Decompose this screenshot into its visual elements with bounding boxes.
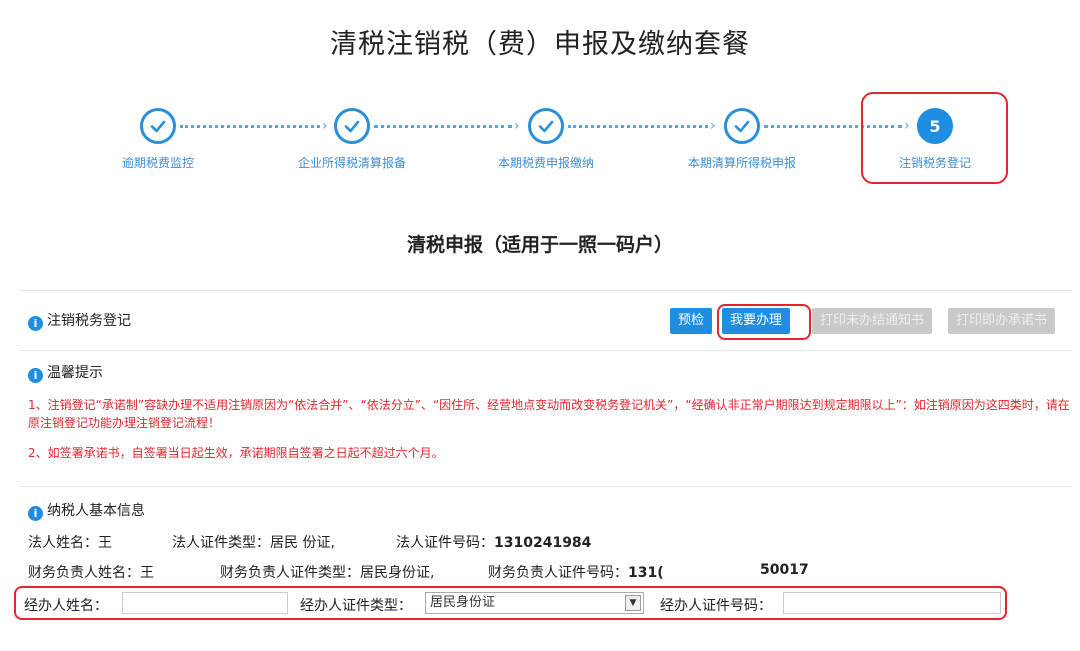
finance-id-no-label: 财务负责人证件号码： (488, 565, 628, 581)
check-icon (724, 108, 760, 144)
agent-id-no-label: 经办人证件号码： (660, 598, 772, 614)
legal-name-value: 王 (98, 535, 112, 551)
finance-id-no-row: 财务负责人证件号码：131( (488, 562, 664, 582)
tips-header: i 温馨提示 (28, 362, 103, 383)
divider (20, 290, 1072, 291)
tips-title: 温馨提示 (47, 365, 103, 381)
panel-header: i 注销税务登记 (28, 310, 131, 331)
print-commitment-button[interactable]: 打印即办承诺书 (948, 308, 1056, 334)
info-icon: i (28, 316, 43, 331)
finance-id-type-row: 财务负责人证件类型：居民身份证, (220, 562, 434, 582)
panel-title: 注销税务登记 (47, 313, 131, 329)
section-title: 清税申报（适用于一照一码户） (406, 234, 673, 256)
legal-id-type-value: 居民 份证, (270, 535, 335, 551)
divider (20, 350, 1072, 351)
finance-name-row: 财务负责人姓名：王 (28, 562, 154, 582)
legal-id-no-row: 法人证件号码：1310241984 (396, 532, 591, 552)
current-step-highlight (861, 92, 1008, 184)
legal-name-label: 法人姓名： (28, 535, 98, 551)
finance-id-type-label: 财务负责人证件类型： (220, 565, 360, 581)
agent-id-type-value: 居民身份证 (430, 595, 496, 610)
agent-name-label: 经办人姓名： (24, 598, 108, 614)
step-label: 本期清算所得税申报 (687, 156, 796, 170)
check-icon (140, 108, 176, 144)
check-icon (334, 108, 370, 144)
chevron-down-icon[interactable]: ▼ (625, 595, 641, 611)
finance-id-no-tail: 50017 (760, 562, 809, 578)
legal-id-no-label: 法人证件号码： (396, 535, 494, 551)
tip-line-1: 1、注销登记“承诺制”容缺办理不适用注销原因为“依法合并”、“依法分立”、“因住… (28, 398, 1070, 430)
agent-name-input[interactable] (122, 592, 288, 614)
print-notice-button[interactable]: 打印未办结通知书 (812, 308, 933, 334)
info-icon: i (28, 368, 43, 383)
divider (20, 486, 1072, 487)
precheck-button[interactable]: 预检 (670, 308, 713, 334)
info-icon: i (28, 506, 43, 521)
finance-name-label: 财务负责人姓名： (28, 565, 140, 581)
finance-name-value: 王 (140, 565, 154, 581)
agent-id-no-input[interactable] (783, 592, 1001, 614)
page-title: 清税注销税（费）申报及缴纳套餐 (330, 29, 750, 60)
legal-id-type-row: 法人证件类型：居民 份证, (172, 532, 335, 552)
step-label: 逾期税费监控 (121, 156, 194, 170)
finance-id-type-value: 居民身份证, (360, 565, 435, 581)
step-label: 本期税费申报缴纳 (497, 156, 594, 170)
handle-button-highlight (717, 304, 811, 340)
finance-id-no-value: 131( (628, 565, 664, 581)
agent-id-type-label: 经办人证件类型： (300, 598, 412, 614)
taxpayer-title: 纳税人基本信息 (47, 503, 145, 519)
taxpayer-header: i 纳税人基本信息 (28, 500, 145, 521)
legal-id-no-value: 1310241984 (494, 535, 592, 551)
step-label: 企业所得税清算报备 (297, 156, 406, 170)
legal-id-type-label: 法人证件类型： (172, 535, 270, 551)
agent-id-type-select[interactable]: 居民身份证 ▼ (425, 592, 644, 614)
legal-info-row: 法人姓名：王 (28, 532, 112, 552)
tip-line-2: 2、如签署承诺书，自签署当日起生效，承诺期限自签署之日起不超过六个月。 (28, 446, 444, 460)
check-icon (528, 108, 564, 144)
